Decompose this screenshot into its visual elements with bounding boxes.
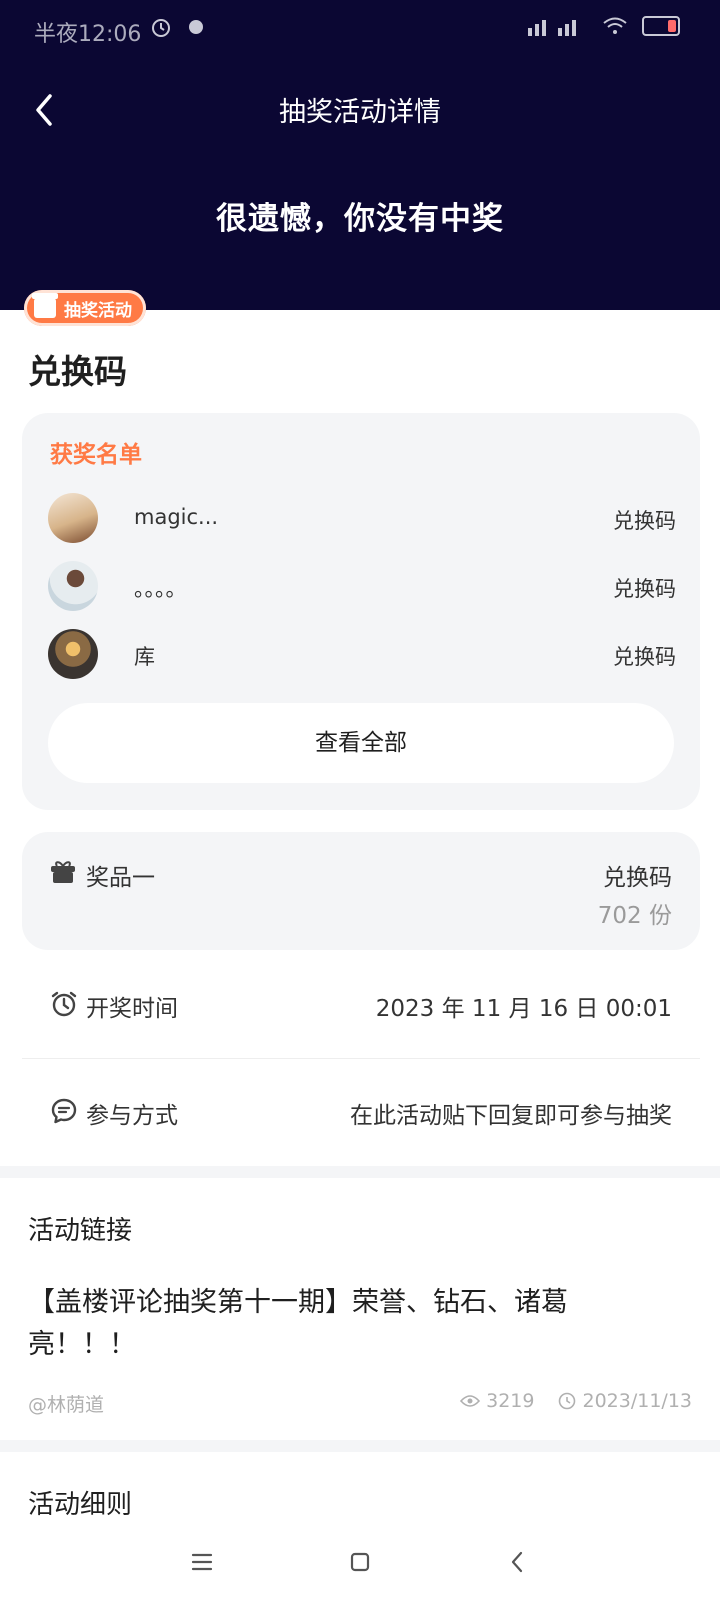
participation-row: 参与方式 在此活动贴下回复即可参与抽奖 [22, 1082, 700, 1142]
draw-time-value: 2023 年 11 月 16 日 00:01 [375, 996, 672, 1022]
post-meta: 3219 2023/11/13 [460, 1390, 692, 1412]
home-button[interactable] [340, 1542, 380, 1582]
app-status-icon [189, 20, 203, 34]
winner-name: 。。。。 [134, 577, 187, 601]
winners-card: 获奖名单 magic... 兑换码 。。。。 兑换码 库 兑换码 查看全部 [22, 413, 700, 810]
participation-label: 参与方式 [86, 1103, 178, 1129]
battery-icon [642, 16, 680, 36]
status-bar: 半夜12:06 [0, 0, 720, 62]
alarm-clock-icon [51, 991, 77, 1017]
wifi-icon [603, 17, 627, 34]
prize-count: 702 份 [597, 903, 672, 929]
gift-icon [32, 293, 58, 318]
section-separator [0, 1440, 720, 1452]
menu-button[interactable] [182, 1542, 222, 1582]
post-date: 2023/11/13 [582, 1390, 692, 1412]
back-icon [511, 1551, 523, 1573]
view-all-button[interactable]: 查看全部 [48, 703, 674, 783]
avatar [48, 629, 98, 679]
winner-row[interactable]: 库 兑换码 [48, 629, 676, 681]
winner-row[interactable]: magic... 兑换码 [48, 493, 676, 545]
winner-prize: 兑换码 [613, 509, 676, 533]
avatar [48, 493, 98, 543]
avatar [48, 561, 98, 611]
home-icon [350, 1552, 370, 1572]
rules-heading: 活动细则 [28, 1490, 133, 1520]
linked-post-title[interactable]: 【盖楼评论抽奖第十一期】荣誉、钻石、诸葛亮！！！ [28, 1282, 628, 1366]
nav-back-button[interactable] [498, 1542, 538, 1582]
post-author[interactable]: @林荫道 [28, 1390, 104, 1417]
winner-prize: 兑换码 [613, 645, 676, 669]
gift-icon [51, 861, 75, 883]
result-message: 很遗憾，你没有中奖 [216, 201, 504, 237]
section-separator [0, 1166, 720, 1178]
winners-heading: 获奖名单 [50, 442, 142, 468]
signal-icon [528, 20, 576, 36]
winner-row[interactable]: 。。。。 兑换码 [48, 561, 676, 613]
prize-card: 奖品一 兑换码 702 份 [22, 832, 700, 950]
divider [22, 1058, 700, 1059]
alarm-status-icon [152, 19, 170, 37]
winner-prize: 兑换码 [613, 577, 676, 601]
clock-icon [559, 1392, 576, 1410]
winner-name: 库 [134, 645, 155, 669]
activity-tag-label: 抽奖活动 [64, 300, 132, 321]
participation-value: 在此活动贴下回复即可参与抽奖 [350, 1103, 672, 1129]
post-views: 3219 [486, 1390, 535, 1412]
status-time: 半夜12:06 [34, 22, 142, 47]
system-nav-bar [0, 1520, 720, 1600]
prize-name-title: 兑换码 [28, 352, 127, 391]
draw-time-row: 开奖时间 2023 年 11 月 16 日 00:01 [22, 975, 700, 1035]
prize-label: 奖品一 [86, 865, 155, 891]
winner-name: magic... [134, 505, 219, 529]
draw-time-label: 开奖时间 [86, 996, 178, 1022]
page-title: 抽奖活动详情 [279, 97, 441, 128]
menu-icon [191, 1553, 213, 1571]
prize-name: 兑换码 [603, 865, 672, 891]
chat-bubble-icon [51, 1098, 77, 1124]
activity-link-heading: 活动链接 [28, 1216, 133, 1246]
eye-icon [460, 1395, 481, 1407]
activity-tag: 抽奖活动 [24, 290, 146, 326]
